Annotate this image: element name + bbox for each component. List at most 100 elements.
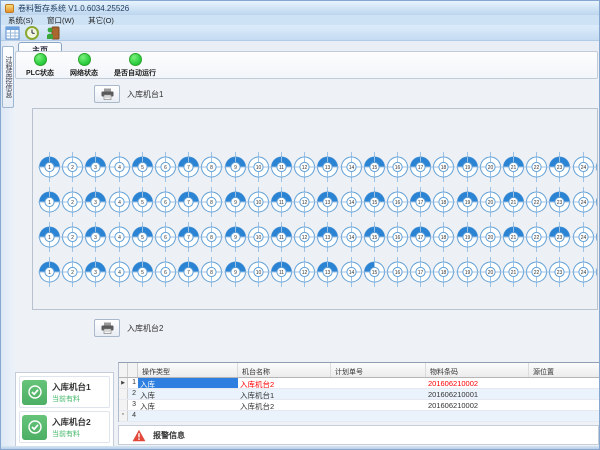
- row-selector[interactable]: *: [119, 411, 128, 421]
- slot-2-16[interactable]: 16: [386, 187, 409, 217]
- slot-1-1[interactable]: 1: [38, 152, 61, 182]
- print-button-machine2[interactable]: [94, 319, 120, 337]
- slot-1-19[interactable]: 19: [456, 152, 479, 182]
- title-bar[interactable]: 卷料暂存系统 V1.0.6034.25526: [1, 1, 600, 15]
- slot-2-8[interactable]: 8: [200, 187, 223, 217]
- machine-card-1[interactable]: 入库机台1 当前有料: [19, 376, 110, 408]
- slot-3-4[interactable]: 4: [108, 222, 131, 252]
- slot-3-21[interactable]: 21: [502, 222, 525, 252]
- slot-1-2[interactable]: 2: [61, 152, 84, 182]
- slot-4-21[interactable]: 21: [502, 257, 525, 287]
- slot-1-23[interactable]: 23: [548, 152, 571, 182]
- slot-3-16[interactable]: 16: [386, 222, 409, 252]
- slot-4-8[interactable]: 8: [200, 257, 223, 287]
- slot-2-17[interactable]: 17: [409, 187, 432, 217]
- slot-2-1[interactable]: 1: [38, 187, 61, 217]
- slot-2-24[interactable]: 24: [572, 187, 595, 217]
- slot-3-2[interactable]: 2: [61, 222, 84, 252]
- slot-1-9[interactable]: 9: [224, 152, 247, 182]
- slot-4-16[interactable]: 16: [386, 257, 409, 287]
- slot-4-9[interactable]: 9: [224, 257, 247, 287]
- table-cell[interactable]: 入库机台1: [238, 389, 331, 399]
- menu-window[interactable]: 窗口(W): [40, 15, 81, 26]
- header-cell[interactable]: 源位置: [529, 363, 599, 377]
- slot-2-18[interactable]: 18: [432, 187, 455, 217]
- slot-1-10[interactable]: 10: [247, 152, 270, 182]
- slot-1-24[interactable]: 24: [572, 152, 595, 182]
- slot-2-13[interactable]: 13: [316, 187, 339, 217]
- slot-2-12[interactable]: 12: [293, 187, 316, 217]
- slot-2-11[interactable]: 11: [270, 187, 293, 217]
- slot-1-25[interactable]: 25: [595, 152, 598, 182]
- slot-1-11[interactable]: 11: [270, 152, 293, 182]
- side-panel-tab[interactable]: 过程监控信息: [2, 46, 14, 108]
- slot-4-4[interactable]: 4: [108, 257, 131, 287]
- slot-3-23[interactable]: 23: [548, 222, 571, 252]
- slot-3-5[interactable]: 5: [131, 222, 154, 252]
- slot-2-21[interactable]: 21: [502, 187, 525, 217]
- slot-2-20[interactable]: 20: [479, 187, 502, 217]
- slot-4-10[interactable]: 10: [247, 257, 270, 287]
- slot-1-8[interactable]: 8: [200, 152, 223, 182]
- slot-2-2[interactable]: 2: [61, 187, 84, 217]
- operations-table[interactable]: 操作类型机台名称计划单号物料条码源位置▶1入库入库机台2201606210002…: [118, 362, 599, 422]
- slot-3-20[interactable]: 20: [479, 222, 502, 252]
- header-cell[interactable]: 物料条码: [426, 363, 529, 377]
- calendar-button[interactable]: [4, 25, 20, 40]
- slot-1-4[interactable]: 4: [108, 152, 131, 182]
- slot-4-7[interactable]: 7: [177, 257, 200, 287]
- slot-1-18[interactable]: 18: [432, 152, 455, 182]
- slot-1-17[interactable]: 17: [409, 152, 432, 182]
- slot-4-3[interactable]: 3: [84, 257, 107, 287]
- slot-2-9[interactable]: 9: [224, 187, 247, 217]
- header-cell[interactable]: 操作类型: [138, 363, 238, 377]
- slot-4-6[interactable]: 6: [154, 257, 177, 287]
- table-cell[interactable]: [426, 411, 529, 421]
- slot-3-22[interactable]: 22: [525, 222, 548, 252]
- slot-1-15[interactable]: 15: [363, 152, 386, 182]
- slot-4-19[interactable]: 19: [456, 257, 479, 287]
- table-cell[interactable]: 入库: [138, 400, 238, 410]
- slot-2-23[interactable]: 23: [548, 187, 571, 217]
- slot-4-23[interactable]: 23: [548, 257, 571, 287]
- print-button-machine1[interactable]: [94, 85, 120, 103]
- slot-1-7[interactable]: 7: [177, 152, 200, 182]
- slot-2-3[interactable]: 3: [84, 187, 107, 217]
- table-cell[interactable]: [529, 378, 599, 388]
- slot-3-9[interactable]: 9: [224, 222, 247, 252]
- slot-1-21[interactable]: 21: [502, 152, 525, 182]
- slot-3-10[interactable]: 10: [247, 222, 270, 252]
- slot-2-6[interactable]: 6: [154, 187, 177, 217]
- slot-4-13[interactable]: 13: [316, 257, 339, 287]
- slot-2-25[interactable]: 25: [595, 187, 598, 217]
- table-cell[interactable]: [529, 400, 599, 410]
- header-rownum-cell[interactable]: [128, 363, 138, 377]
- slot-1-14[interactable]: 14: [340, 152, 363, 182]
- slot-4-24[interactable]: 24: [572, 257, 595, 287]
- table-cell[interactable]: [331, 389, 426, 399]
- clock-button[interactable]: [24, 25, 40, 40]
- menu-other[interactable]: 其它(O): [81, 15, 121, 26]
- table-cell[interactable]: [138, 411, 238, 421]
- slot-1-5[interactable]: 5: [131, 152, 154, 182]
- table-row[interactable]: ▶1入库入库机台2201606210002: [119, 378, 599, 389]
- slot-2-15[interactable]: 15: [363, 187, 386, 217]
- slot-4-15[interactable]: 15: [363, 257, 386, 287]
- slot-3-7[interactable]: 7: [177, 222, 200, 252]
- machine-card-2[interactable]: 入库机台2 当前有料: [19, 411, 110, 443]
- slot-4-2[interactable]: 2: [61, 257, 84, 287]
- slot-1-20[interactable]: 20: [479, 152, 502, 182]
- slot-4-18[interactable]: 18: [432, 257, 455, 287]
- slot-1-13[interactable]: 13: [316, 152, 339, 182]
- slot-4-5[interactable]: 5: [131, 257, 154, 287]
- table-cell[interactable]: [331, 411, 426, 421]
- table-cell[interactable]: 入库: [138, 378, 238, 388]
- slot-2-19[interactable]: 19: [456, 187, 479, 217]
- slot-3-6[interactable]: 6: [154, 222, 177, 252]
- slot-3-19[interactable]: 19: [456, 222, 479, 252]
- slot-3-3[interactable]: 3: [84, 222, 107, 252]
- table-cell[interactable]: [529, 389, 599, 399]
- slot-2-10[interactable]: 10: [247, 187, 270, 217]
- menu-system[interactable]: 系统(S): [1, 15, 40, 26]
- table-cell[interactable]: 入库机台2: [238, 400, 331, 410]
